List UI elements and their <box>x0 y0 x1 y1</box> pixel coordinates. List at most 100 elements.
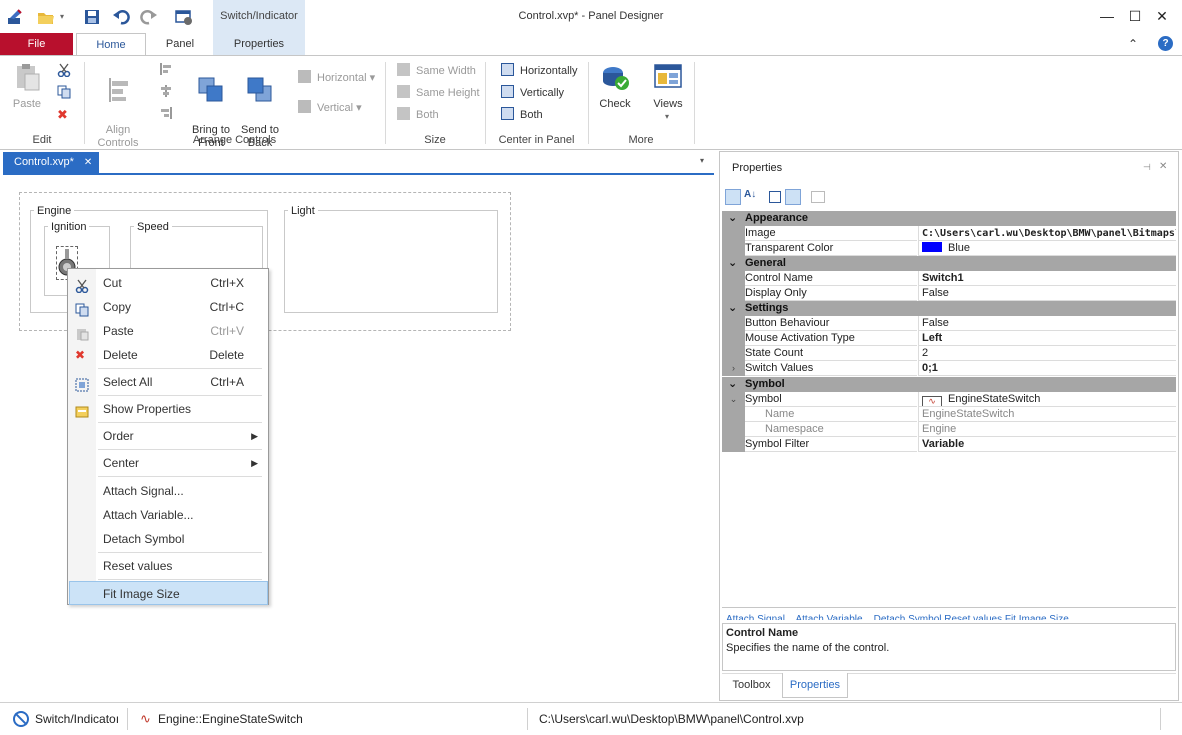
category-appearance[interactable]: ⌄ Appearance <box>722 211 1176 226</box>
collapse-icon[interactable]: ⌄ <box>728 256 737 271</box>
collapse-ribbon-icon[interactable]: ⌃ <box>1128 37 1138 51</box>
sort-alphabetical-icon[interactable]: A↓ <box>744 189 756 200</box>
resize-grip[interactable] <box>1160 708 1161 730</box>
same-height-icon <box>397 85 410 98</box>
property-row-display-only[interactable]: Display Only False <box>722 286 1176 301</box>
menu-item-fit-image-size[interactable]: Fit Image Size <box>69 581 268 605</box>
property-value[interactable]: False <box>918 286 1176 301</box>
delete-icon[interactable]: ✖ <box>57 107 68 123</box>
menu-item-attach-signal[interactable]: Attach Signal... <box>69 479 268 503</box>
property-row-symbol-name[interactable]: Name EngineStateSwitch <box>722 407 1176 422</box>
property-value-cell[interactable]: ∿ EngineStateSwitch <box>918 392 1176 407</box>
property-value[interactable]: EngineStateSwitch <box>918 407 1176 422</box>
property-row-transparent-color[interactable]: Transparent Color Blue <box>722 241 1176 256</box>
tab-home[interactable]: Home <box>76 33 146 56</box>
menu-item-show-properties[interactable]: Show Properties <box>69 397 268 421</box>
property-pages-icon[interactable] <box>769 191 781 203</box>
category-symbol[interactable]: ⌄ Symbol <box>722 377 1176 392</box>
horizontal-dropdown[interactable]: Horizontal ▾ <box>298 69 375 87</box>
menu-item-delete[interactable]: ✖ Delete Delete <box>69 343 268 367</box>
property-value[interactable]: False <box>918 316 1176 331</box>
tab-panel[interactable]: Panel <box>153 33 207 55</box>
maximize-button[interactable]: ☐ <box>1121 6 1149 26</box>
tab-toolbox[interactable]: Toolbox <box>725 673 778 698</box>
property-row-symbol[interactable]: ⌄ Symbol ∿ EngineStateSwitch <box>722 392 1176 407</box>
panel-splitter[interactable] <box>722 607 1176 608</box>
property-value[interactable]: Engine <box>918 422 1176 437</box>
menu-item-cut[interactable]: Cut Ctrl+X <box>69 271 268 295</box>
categorized-icon[interactable] <box>725 189 741 205</box>
property-name: Mouse Activation Type <box>745 331 917 346</box>
property-row-symbol-namespace[interactable]: Namespace Engine <box>722 422 1176 437</box>
align-right-icon[interactable] <box>160 107 172 122</box>
commands-pane[interactable]: Attach Signal... Attach Variable... Deta… <box>726 611 1174 620</box>
menu-item-center[interactable]: Center ▶ <box>69 451 268 475</box>
same-width-button[interactable]: Same Width <box>397 62 476 80</box>
property-value[interactable]: 2 <box>918 346 1176 361</box>
close-button[interactable]: ✕ <box>1148 6 1176 26</box>
paste-button[interactable]: Paste <box>8 62 46 111</box>
status-control-type: Switch/Indicatoı <box>35 712 120 726</box>
property-row-mouse-activation-type[interactable]: Mouse Activation Type Left <box>722 331 1176 346</box>
pin-icon[interactable]: ⊣ <box>1143 162 1151 173</box>
document-tab[interactable]: Control.xvp* ✕ <box>3 152 99 173</box>
property-value[interactable]: Variable <box>918 437 1176 452</box>
minimize-button[interactable]: — <box>1093 6 1121 26</box>
align-center-icon[interactable] <box>160 85 172 100</box>
center-both-button[interactable]: Both <box>501 106 543 124</box>
collapse-icon[interactable]: ⌄ <box>728 301 737 316</box>
collapse-icon[interactable]: ⌄ <box>722 392 745 407</box>
property-row-image[interactable]: Image C:\Users\carl.wu\Desktop\BMW\panel\… <box>722 226 1176 241</box>
help-icon[interactable]: ? <box>1158 36 1173 51</box>
tab-properties[interactable]: Properties <box>213 33 305 55</box>
check-icon <box>603 67 629 90</box>
tab-properties-panel[interactable]: Properties <box>782 673 848 698</box>
expand-icon[interactable]: › <box>722 361 745 376</box>
document-list-chevron-icon[interactable]: ▾ <box>700 156 704 165</box>
center-horizontally-button[interactable]: Horizontally <box>501 62 577 80</box>
menu-item-select-all[interactable]: Select All Ctrl+A <box>69 370 268 394</box>
row-gutter <box>722 407 745 422</box>
status-separator <box>527 708 528 730</box>
menu-item-order[interactable]: Order ▶ <box>69 424 268 448</box>
menu-item-reset-values[interactable]: Reset values <box>69 554 268 578</box>
category-general[interactable]: ⌄ General <box>722 256 1176 271</box>
tab-file[interactable]: File <box>0 33 73 55</box>
property-value[interactable]: Switch1 <box>918 271 1176 286</box>
align-left-icon[interactable] <box>160 63 172 78</box>
collapse-icon[interactable]: ⌄ <box>728 377 737 392</box>
menu-item-copy[interactable]: Copy Ctrl+C <box>69 295 268 319</box>
property-row-state-count[interactable]: State Count 2 <box>722 346 1176 361</box>
property-value[interactable]: C:\Users\carl.wu\Desktop\BMW\panel\Bitma… <box>918 226 1176 241</box>
size-both-button[interactable]: Both <box>397 106 439 124</box>
row-gutter <box>722 316 745 331</box>
property-options-icon[interactable] <box>811 191 825 203</box>
category-settings[interactable]: ⌄ Settings <box>722 301 1176 316</box>
property-value[interactable]: 0;1 <box>918 361 1176 376</box>
cut-icon[interactable] <box>57 63 71 80</box>
menu-item-attach-variable[interactable]: Attach Variable... <box>69 503 268 527</box>
views-dropdown[interactable]: Views <box>649 62 687 111</box>
menu-item-paste[interactable]: Paste Ctrl+V <box>69 319 268 343</box>
signal-wave-icon: ∿ <box>140 711 151 726</box>
property-row-button-behaviour[interactable]: Button Behaviour False <box>722 316 1176 331</box>
property-row-control-name[interactable]: Control Name Switch1 <box>722 271 1176 286</box>
close-tab-icon[interactable]: ✕ <box>84 157 92 168</box>
properties-icon <box>75 403 89 418</box>
group-light[interactable] <box>284 210 498 313</box>
vertical-dropdown[interactable]: Vertical ▾ <box>298 99 362 117</box>
property-value-cell[interactable]: Blue <box>918 241 1176 256</box>
copy-icon[interactable] <box>57 85 71 102</box>
menu-item-detach-symbol[interactable]: Detach Symbol <box>69 527 268 551</box>
property-name: Display Only <box>745 286 917 301</box>
center-vertically-button[interactable]: Vertically <box>501 84 564 102</box>
signal-wave-icon: ∿ <box>922 396 942 406</box>
property-row-switch-values[interactable]: › Switch Values 0;1 <box>722 361 1176 376</box>
same-height-button[interactable]: Same Height <box>397 84 480 102</box>
close-panel-icon[interactable]: ✕ <box>1159 161 1167 172</box>
events-icon[interactable] <box>785 189 801 205</box>
check-button[interactable]: Check <box>596 62 634 111</box>
property-row-symbol-filter[interactable]: Symbol Filter Variable <box>722 437 1176 452</box>
collapse-icon[interactable]: ⌄ <box>728 211 737 226</box>
property-value[interactable]: Left <box>918 331 1176 346</box>
